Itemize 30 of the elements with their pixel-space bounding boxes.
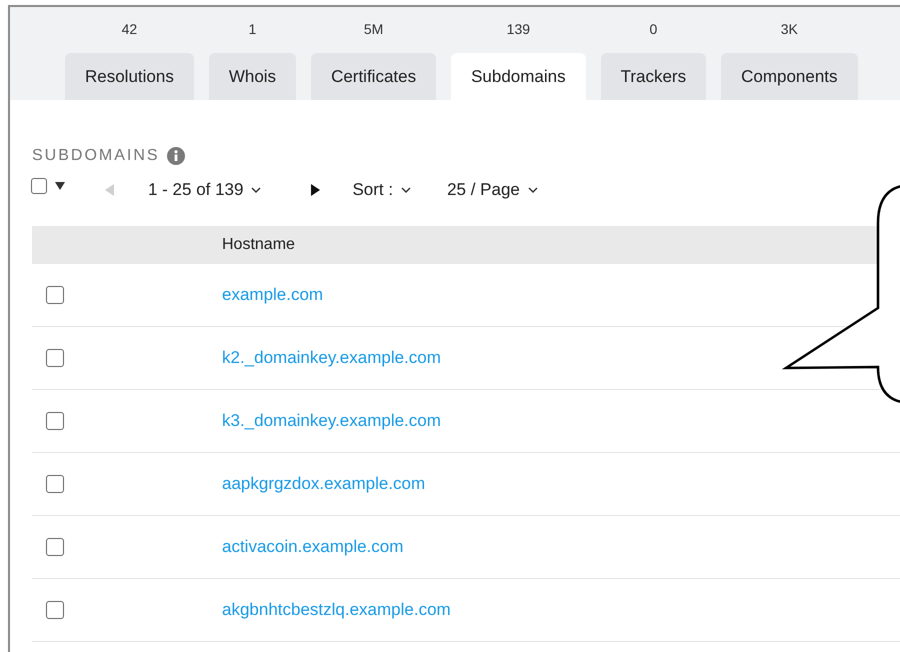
tab-count: 42	[122, 21, 138, 39]
chevron-down-icon[interactable]	[251, 187, 262, 193]
tab-count: 139	[506, 21, 530, 39]
tab-count: 3K	[780, 21, 798, 39]
tab[interactable]: Subdomains	[451, 53, 586, 100]
chevron-down-icon[interactable]	[528, 187, 538, 193]
checkbox[interactable]	[46, 349, 64, 367]
checkbox[interactable]	[46, 286, 64, 304]
tab-count: 0	[649, 21, 658, 39]
checkbox[interactable]	[46, 412, 64, 430]
checkbox[interactable]	[46, 601, 64, 619]
tab-count: 5M	[364, 21, 384, 39]
tab[interactable]: Components	[721, 53, 858, 100]
tab[interactable]: Whois	[208, 53, 296, 100]
next-icon[interactable]	[311, 184, 320, 196]
range-dropdown[interactable]: 1 - 25 of 139	[148, 180, 262, 200]
checkbox[interactable]	[31, 178, 47, 194]
checkbox[interactable]	[46, 538, 64, 556]
sort-dropdown[interactable]: Sort :	[352, 180, 412, 200]
tab[interactable]: Resolutions	[65, 53, 194, 100]
column-header: Hostname	[222, 236, 295, 254]
tab[interactable]: Trackers	[600, 53, 706, 100]
section-title: SUBDOMAINS	[32, 147, 160, 165]
tab[interactable]: Certificates	[311, 53, 436, 100]
chevron-down-icon[interactable]	[401, 187, 412, 193]
page-size-dropdown[interactable]: 25 / Page	[447, 180, 538, 200]
caret-icon[interactable]	[55, 182, 65, 190]
info-icon[interactable]	[166, 147, 185, 165]
checkbox[interactable]	[46, 475, 64, 493]
tab-count: 1	[248, 21, 256, 39]
